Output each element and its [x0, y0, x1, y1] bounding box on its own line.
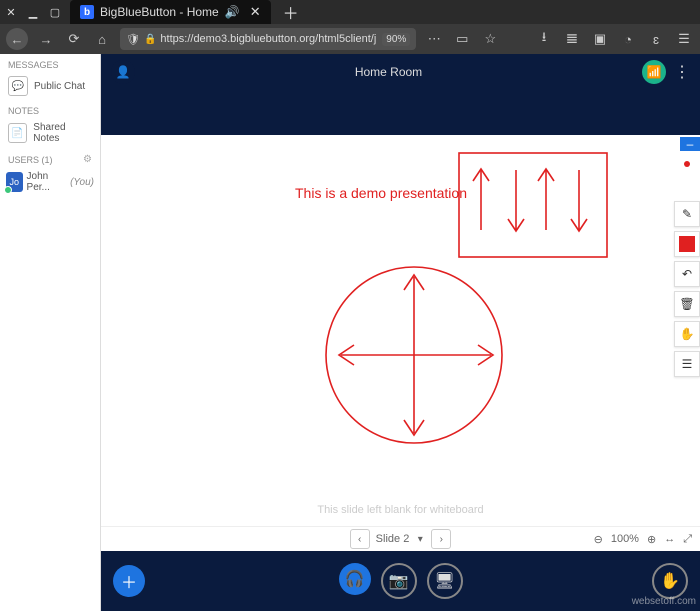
- zoom-out-button[interactable]: ⊖: [594, 533, 603, 546]
- url-bar[interactable]: 🛡 🔒 https://demo3.bigbluebutton.org/html…: [120, 28, 416, 50]
- spacer: [101, 90, 700, 135]
- pencil-icon: ✎: [682, 207, 692, 221]
- arrow-up-icon: [538, 169, 554, 230]
- pencil-tool-button[interactable]: ✎: [674, 201, 700, 227]
- library-icon[interactable]: 𝌆: [562, 29, 582, 49]
- color-swatch-icon: [679, 236, 695, 252]
- slide-zoom-controls: ⊖ 100% ⊕ ↔ ⤢: [594, 533, 692, 546]
- delete-button[interactable]: 🗑: [674, 291, 700, 317]
- nav-reload-button[interactable]: ⟳: [64, 29, 84, 49]
- slide-watermark: This slide left blank for whiteboard: [101, 504, 700, 516]
- connection-status-icon[interactable]: 📶: [642, 60, 666, 84]
- actions-button[interactable]: ＋: [113, 565, 145, 597]
- zoom-value: 100%: [611, 533, 639, 545]
- kebab-menu-button[interactable]: ⋮: [674, 62, 690, 82]
- user-row[interactable]: Jo John Per... (You): [0, 167, 100, 197]
- browser-tab[interactable]: b BigBlueButton - Home 🔊 ✕: [70, 0, 271, 24]
- menu-icon[interactable]: ☰: [674, 29, 694, 49]
- fullscreen-button[interactable]: ⤢: [683, 533, 692, 546]
- shield-icon: 🛡: [126, 33, 140, 46]
- sidebar: Messages 💬 Public Chat Notes 📄 Shared No…: [0, 54, 101, 611]
- zoom-badge[interactable]: 90%: [382, 33, 410, 46]
- public-chat-label: Public Chat: [34, 81, 85, 92]
- ext2-icon[interactable]: ɛ: [646, 29, 666, 49]
- sidebar-item-shared-notes[interactable]: 📄 Shared Notes: [0, 118, 100, 148]
- slide-dropdown-button[interactable]: ▾: [415, 530, 425, 548]
- hand-tool-button[interactable]: ✋: [674, 321, 700, 347]
- raise-hand-button[interactable]: ✋: [652, 563, 688, 599]
- color-tool-button[interactable]: [674, 231, 700, 257]
- titlebar: ✕ ▁ ▢ b BigBlueButton - Home 🔊 ✕ ＋: [0, 0, 700, 24]
- fit-width-button[interactable]: ↔: [664, 533, 675, 545]
- slide-canvas[interactable]: This is a demo presentation: [101, 135, 700, 526]
- download-icon[interactable]: ⭳: [534, 29, 554, 49]
- users-toggle-button[interactable]: 👤: [111, 60, 135, 84]
- zoom-in-button[interactable]: ⊕: [647, 533, 656, 546]
- new-tab-button[interactable]: ＋: [283, 0, 299, 24]
- presentation-area: This is a demo presentation: [101, 135, 700, 551]
- webcam-button[interactable]: 📷: [381, 563, 417, 599]
- user-name: John Per...: [27, 171, 67, 193]
- screen-share-button[interactable]: 🖥: [427, 563, 463, 599]
- room-header: 👤 Home Room 📶 ⋮: [101, 54, 700, 90]
- arrow-up-icon: [473, 169, 489, 230]
- avatar: Jo: [6, 172, 23, 192]
- window-minimize-icon[interactable]: ▁: [26, 5, 40, 19]
- arrow-down-icon: [508, 170, 524, 231]
- chat-icon: 💬: [8, 76, 28, 96]
- messages-heading: Messages: [0, 54, 100, 72]
- bottom-bar: ＋ 🎧 📷 🖥 ✋: [101, 551, 700, 611]
- app-content: Messages 💬 Public Chat Notes 📄 Shared No…: [0, 54, 700, 611]
- cursor-dot-icon: [684, 161, 690, 167]
- sidebar-item-public-chat[interactable]: 💬 Public Chat: [0, 72, 100, 100]
- nav-back-button[interactable]: ←: [6, 28, 28, 50]
- slide-label[interactable]: Slide 2: [376, 533, 410, 545]
- footer-watermark: websetoff.com: [632, 596, 696, 607]
- slide-controls: ‹ Slide 2 ▾ › ⊖ 100% ⊕ ↔ ⤢: [101, 526, 700, 551]
- user-you: (You): [70, 177, 94, 188]
- room-title: Home Room: [135, 65, 642, 79]
- arrow-down-icon: [571, 170, 587, 231]
- online-dot-icon: [4, 186, 12, 194]
- tab-title: BigBlueButton - Home: [100, 5, 219, 19]
- multi-user-button[interactable]: ☰: [674, 351, 700, 377]
- whiteboard-drawings: [101, 135, 687, 475]
- main-area: 👤 Home Room 📶 ⋮ This is a demo presentat…: [101, 54, 700, 611]
- hand-icon: ✋: [680, 327, 695, 341]
- avatar-initials: Jo: [10, 177, 20, 187]
- audio-button[interactable]: 🎧: [339, 563, 371, 595]
- lock-icon: 🔒: [144, 34, 156, 45]
- tab-close-icon[interactable]: ✕: [250, 4, 261, 20]
- favicon-icon: b: [80, 5, 94, 19]
- annot-icon: ☰: [682, 357, 693, 371]
- whiteboard-toolbar: – ✎ ↶ 🗑 ✋ ☰: [674, 135, 700, 377]
- window-close-icon[interactable]: ✕: [4, 5, 18, 19]
- trash-icon: 🗑: [679, 297, 694, 311]
- reader-icon[interactable]: ▭: [452, 29, 472, 49]
- tab-speaker-icon[interactable]: 🔊: [225, 5, 240, 19]
- star-icon[interactable]: ☆: [480, 29, 500, 49]
- window-maximize-icon[interactable]: ▢: [48, 5, 62, 19]
- nav-forward-button[interactable]: →: [36, 29, 56, 49]
- prev-slide-button[interactable]: ‹: [350, 529, 370, 549]
- shared-notes-label: Shared Notes: [33, 122, 92, 144]
- undo-icon: ↶: [682, 267, 692, 281]
- url-text: https://demo3.bigbluebutton.org/html5cli…: [160, 33, 376, 45]
- browser-toolbar: ← → ⟳ ⌂ 🛡 🔒 https://demo3.bigbluebutton.…: [0, 24, 700, 54]
- gear-icon[interactable]: ⚙: [83, 154, 92, 165]
- undo-button[interactable]: ↶: [674, 261, 700, 287]
- media-controls: 🎧 📷 🖥: [339, 563, 463, 599]
- users-heading: Users (1) ⚙: [0, 148, 100, 167]
- next-slide-button[interactable]: ›: [431, 529, 451, 549]
- sidebar-icon[interactable]: ▣: [590, 29, 610, 49]
- more-icon[interactable]: ⋯: [424, 29, 444, 49]
- notes-icon: 📄: [8, 123, 27, 143]
- users-heading-label: Users (1): [8, 155, 53, 165]
- nav-home-button[interactable]: ⌂: [92, 29, 112, 49]
- notes-heading: Notes: [0, 100, 100, 118]
- ext1-icon[interactable]: ◔: [618, 29, 638, 49]
- collapse-toolbar-button[interactable]: –: [680, 137, 700, 151]
